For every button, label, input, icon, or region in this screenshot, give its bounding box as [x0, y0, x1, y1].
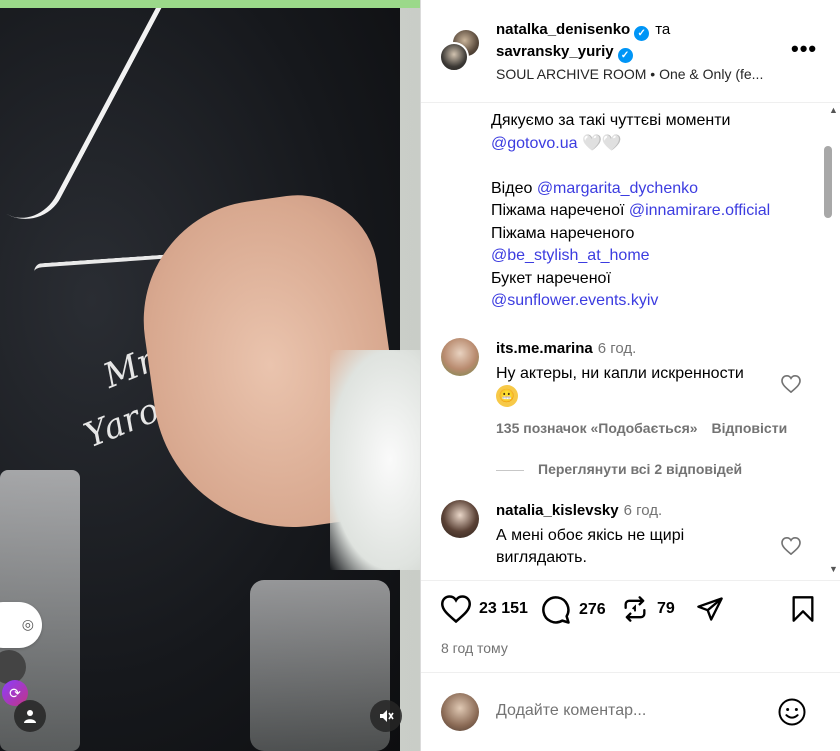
caption-line [491, 155, 811, 178]
avatar[interactable] [439, 42, 469, 72]
comments-scroll-area[interactable]: Дякуємо за такі чуттєві моменти @gotovo.… [421, 103, 840, 580]
caption-line: @be_stylish_at_home [491, 245, 811, 268]
avatar[interactable] [441, 338, 479, 376]
author-username-2[interactable]: savransky_yuriy [496, 43, 614, 60]
scrollbar-thumb[interactable] [824, 146, 832, 218]
heart-icon [441, 595, 471, 623]
comment-username[interactable]: its.me.marina [496, 340, 593, 357]
post-header: natalka_denisenko ✓ та savransky_yuriy ✓ SO… [421, 0, 840, 103]
avatar [441, 693, 479, 731]
media-top-edge [0, 0, 420, 8]
comment-item: natalia_kislevsky 6 год. А мені обоє якіс… [441, 500, 811, 580]
more-options-icon[interactable]: ••• [791, 36, 817, 62]
speaker-muted-icon [380, 710, 394, 722]
verified-badge-icon: ✓ [617, 48, 633, 63]
caption-line: Відео @margarita_dychenko [491, 179, 699, 197]
comment-bubble-icon [542, 596, 570, 624]
grimace-emoji-icon: 😬 [496, 385, 518, 407]
comment-header: its.me.marina 6 год. [496, 340, 636, 357]
comment-time: 6 год. [623, 502, 663, 519]
repost-button[interactable]: 79 [621, 595, 675, 623]
comment-button[interactable]: 276 [541, 595, 606, 625]
author-conjunction: та [655, 21, 671, 38]
verified-badge-icon: ✓ [634, 26, 650, 41]
likes-count[interactable]: 23 151 [479, 600, 528, 618]
repost-icon [624, 596, 646, 622]
caption-line: @gotovo.ua 🤍🤍 [491, 134, 622, 152]
coauthor-avatars[interactable] [439, 28, 481, 76]
post-media[interactable]: Mr Yaroshenko ◎ ⟳ [0, 0, 420, 751]
caption-line: Піжама нареченої @innamirare.official [491, 202, 771, 219]
bookmark-icon [792, 596, 814, 622]
post-location[interactable]: SOUL ARCHIVE ROOM • One & Only (fe... [496, 66, 786, 82]
comment-text: А мені обоє якісь не щирі виглядають. [496, 527, 685, 566]
emoji-picker-icon[interactable] [777, 697, 807, 732]
like-comment-icon[interactable] [781, 536, 801, 560]
like-comment-icon[interactable] [781, 374, 801, 398]
author-line-2: savransky_yuriy ✓ [496, 42, 633, 63]
replies-divider [496, 469, 524, 471]
post-sidebar: natalka_denisenko ✓ та savransky_yuriy ✓ SO… [420, 0, 840, 751]
like-button[interactable]: 23 151 [441, 595, 528, 623]
author-line-1: natalka_denisenko ✓ та [496, 20, 670, 41]
comment-likes[interactable]: 135 позначок «Подобається» [496, 420, 698, 436]
pill-icon: ◎ [21, 616, 34, 632]
reposts-count[interactable]: 79 [657, 600, 675, 618]
post-time-ago[interactable]: 8 год тому [441, 640, 508, 656]
scroll-down-arrow-icon[interactable]: ▼ [829, 564, 838, 574]
user-tag-button[interactable] [14, 700, 46, 732]
mention-link[interactable]: @gotovo.ua [491, 135, 578, 152]
scroll-up-arrow-icon[interactable]: ▲ [829, 105, 838, 115]
comment-text: Ну актеры, ни капли искренности 😬 [496, 363, 766, 407]
save-button[interactable] [791, 595, 823, 623]
caption-line: Дякуємо за такі чуттєві моменти [491, 112, 731, 129]
mute-button[interactable] [370, 700, 402, 732]
comment-meta: 135 позначок «Подобається» Відповісти [496, 420, 787, 436]
view-replies-button[interactable]: Переглянути всі 2 відповідей [496, 461, 742, 477]
glass-image-2 [250, 580, 390, 751]
add-comment-bar [421, 672, 840, 751]
comment-time: 6 год. [597, 340, 637, 357]
avatar[interactable] [441, 500, 479, 538]
paper-plane-icon [697, 597, 723, 621]
mention-link[interactable]: @sunflower.events.kyiv [491, 292, 658, 309]
feather-image [330, 350, 420, 570]
caption-line: Піжама нареченого [491, 224, 635, 242]
person-icon [24, 710, 36, 723]
comment-item: its.me.marina 6 год. Ну актеры, ни капли … [441, 338, 811, 478]
share-button[interactable] [696, 595, 732, 623]
post-caption: Дякуємо за такі чуттєві моменти @gotovo.… [491, 103, 811, 313]
mention-link[interactable]: @innamirare.official [629, 202, 770, 219]
post-actions: 23 151 276 79 8 год тому [421, 580, 840, 670]
caption-line: Букет нареченої [491, 269, 611, 287]
reply-button[interactable]: Відповісти [712, 420, 788, 436]
mention-link[interactable]: @be_stylish_at_home [491, 247, 650, 264]
caption-line: @sunflower.events.kyiv [491, 290, 811, 313]
comment-header: natalia_kislevsky 6 год. [496, 502, 662, 519]
author-username-1[interactable]: natalka_denisenko [496, 21, 630, 38]
comment-input[interactable] [496, 697, 766, 725]
comment-username[interactable]: natalia_kislevsky [496, 502, 619, 519]
caption-cut-line [491, 103, 811, 110]
comments-count[interactable]: 276 [579, 601, 606, 619]
mention-link[interactable]: @margarita_dychenko [537, 180, 698, 197]
